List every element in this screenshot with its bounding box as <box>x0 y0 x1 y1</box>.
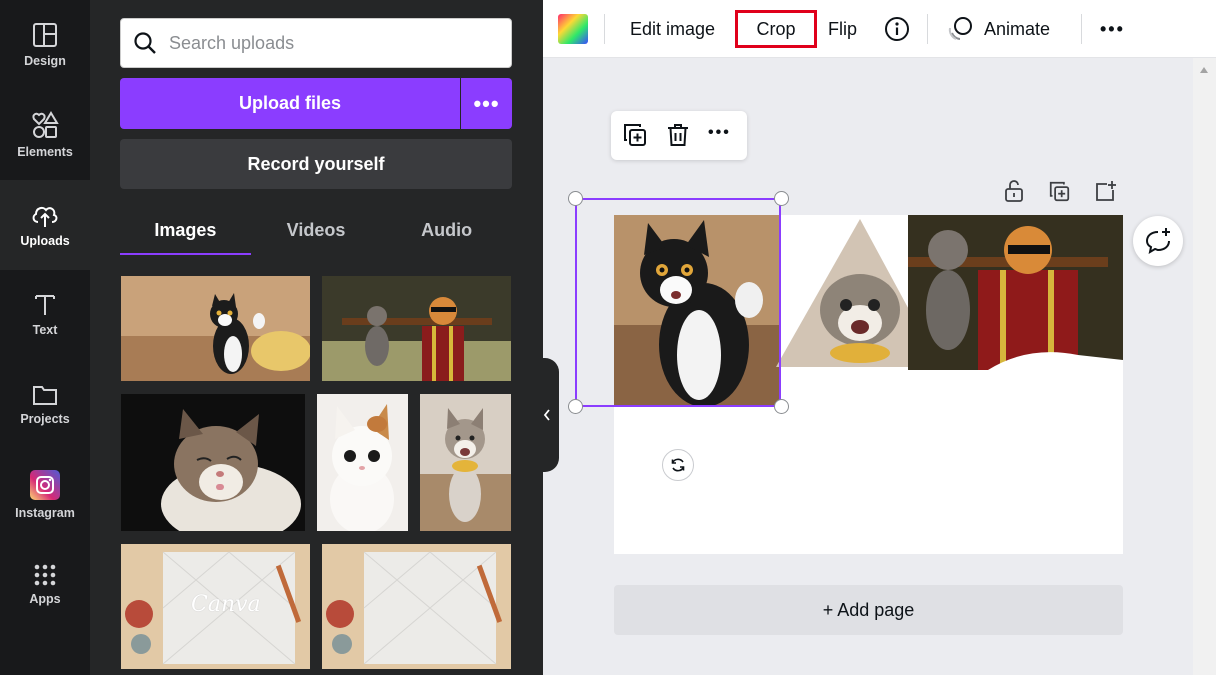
more-options-button[interactable]: ••• <box>1100 0 1125 58</box>
rail-label-text: Text <box>32 323 58 337</box>
scroll-up-arrow-icon[interactable] <box>1199 66 1209 74</box>
animate-label: Animate <box>984 18 1051 39</box>
instagram-icon <box>30 470 60 500</box>
rail-label-projects: Projects <box>20 412 70 426</box>
rail-label-elements: Elements <box>17 145 73 159</box>
search-input[interactable] <box>169 32 489 54</box>
canva-watermark-text: Canva <box>191 592 261 617</box>
resize-handle-bottom-left[interactable] <box>568 399 583 414</box>
folder-icon <box>33 386 57 405</box>
rotate-icon <box>671 458 685 472</box>
cat-photo-image <box>317 394 408 531</box>
duplicate-button[interactable] <box>623 123 647 152</box>
upload-files-button[interactable]: Upload files <box>120 78 460 129</box>
tab-audio[interactable]: Audio <box>381 210 512 255</box>
cat-photo-image <box>121 276 310 381</box>
design-icon <box>33 23 57 47</box>
duplicate-page-button[interactable] <box>1049 181 1070 207</box>
info-button[interactable] <box>884 0 910 58</box>
edit-image-button[interactable]: Edit image <box>630 0 715 58</box>
animate-button[interactable]: Animate <box>946 0 1050 58</box>
upload-more-button[interactable]: ••• <box>461 78 512 129</box>
tab-videos[interactable]: Videos <box>251 210 382 255</box>
cat-photo-image <box>121 394 305 531</box>
top-toolbar: Edit image Flip Animate ••• <box>543 0 1216 58</box>
left-rail: Design Elements Uploads Text Projects In… <box>0 0 90 675</box>
more-horizontal-icon: ••• <box>473 90 500 116</box>
toolbar-divider <box>1081 14 1082 44</box>
add-comment-button[interactable] <box>1133 216 1183 266</box>
search-icon <box>134 32 156 54</box>
duplicate-icon <box>1049 181 1070 202</box>
more-horizontal-icon: ••• <box>1100 18 1125 39</box>
collage-cats-bat-image[interactable] <box>908 215 1123 370</box>
collapse-panel-button[interactable] <box>535 358 559 472</box>
add-page-icon <box>1096 181 1116 201</box>
resize-handle-bottom-right[interactable] <box>774 399 789 414</box>
chevron-left-icon <box>543 409 550 421</box>
delete-button[interactable] <box>667 123 689 152</box>
rotate-handle[interactable] <box>662 449 694 481</box>
search-box[interactable] <box>120 18 512 68</box>
rail-label-apps: Apps <box>29 592 61 606</box>
lock-page-button[interactable] <box>1004 180 1024 207</box>
upload-thumbnail[interactable] <box>322 544 511 669</box>
rail-item-design[interactable]: Design <box>0 0 90 90</box>
uploads-icon <box>32 206 58 227</box>
element-more-button[interactable]: ••• <box>708 124 731 142</box>
trash-icon <box>668 124 688 146</box>
media-tabs: Images Videos Audio <box>120 210 512 255</box>
upload-thumbnail[interactable]: Canva <box>121 544 310 669</box>
canva-template-image <box>322 544 511 669</box>
resize-handle-top-right[interactable] <box>774 191 789 206</box>
rail-item-projects[interactable]: Projects <box>0 360 90 450</box>
upload-thumbnail[interactable] <box>420 394 511 531</box>
record-yourself-button[interactable]: Record yourself <box>120 139 512 189</box>
upload-thumbnail[interactable] <box>121 394 305 531</box>
text-icon <box>35 295 55 315</box>
unlock-icon <box>1005 180 1023 202</box>
tab-images[interactable]: Images <box>120 210 251 255</box>
comment-add-icon <box>1145 228 1170 255</box>
cat-photo-image <box>322 276 511 381</box>
info-icon <box>885 17 909 41</box>
rail-item-apps[interactable]: Apps <box>0 540 90 630</box>
apps-icon <box>34 564 56 586</box>
upload-thumbnail[interactable] <box>121 276 310 381</box>
resize-handle-top-left[interactable] <box>568 191 583 206</box>
selection-frame[interactable] <box>575 198 781 407</box>
uploads-panel: Upload files ••• Record yourself Images … <box>90 0 543 675</box>
add-page-icon-button[interactable] <box>1095 180 1117 207</box>
toolbar-divider <box>927 14 928 44</box>
rail-item-uploads[interactable]: Uploads <box>0 180 90 270</box>
elements-icon <box>32 111 59 138</box>
rail-item-text[interactable]: Text <box>0 270 90 360</box>
rail-item-elements[interactable]: Elements <box>0 90 90 180</box>
rail-label-instagram: Instagram <box>15 506 75 520</box>
flip-button[interactable]: Flip <box>828 0 857 58</box>
rail-label-design: Design <box>24 54 66 68</box>
crop-button[interactable]: Crop <box>735 10 817 48</box>
toolbar-divider <box>604 14 605 44</box>
rail-item-instagram[interactable]: Instagram <box>0 450 90 540</box>
color-picker-button[interactable] <box>557 0 589 58</box>
more-horizontal-icon: ••• <box>708 124 731 141</box>
element-floating-toolbar: ••• <box>611 111 747 160</box>
duplicate-icon <box>624 124 646 146</box>
vertical-scrollbar[interactable] <box>1193 58 1216 675</box>
add-page-button[interactable]: + Add page <box>614 585 1123 635</box>
cat-photo-image <box>420 394 511 531</box>
upload-thumbnail[interactable] <box>317 394 408 531</box>
upload-thumbnail[interactable] <box>322 276 511 381</box>
color-palette-icon <box>558 14 588 44</box>
animate-icon <box>948 17 972 40</box>
rail-label-uploads: Uploads <box>20 234 70 248</box>
